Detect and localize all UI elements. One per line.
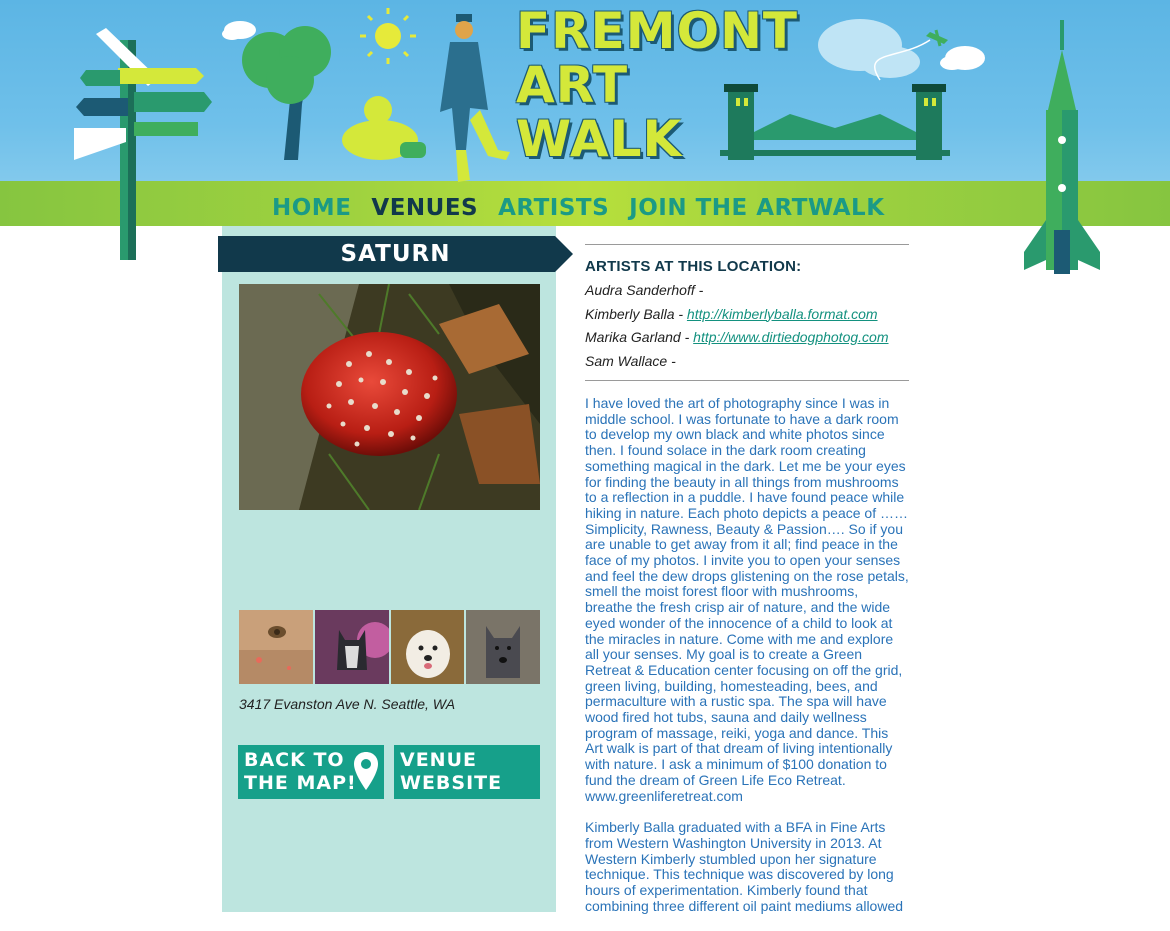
artist-item: Sam Wallace -: [585, 352, 909, 370]
walking-figure-icon: [440, 14, 510, 182]
artist-name: Kimberly Balla -: [585, 305, 684, 322]
divider: [585, 244, 909, 245]
artist-bio: I have loved the art of photography sinc…: [585, 395, 909, 915]
site-logo[interactable]: FREMONT ART WALK: [516, 4, 806, 174]
thumbnail-4[interactable]: [466, 610, 540, 684]
bio-paragraph-1: I have loved the art of photography sinc…: [585, 395, 909, 804]
troll-icon: [342, 96, 426, 160]
artists-heading: ARTISTS AT THIS LOCATION:: [585, 258, 802, 275]
venue-address: 3417 Evanston Ave N. Seattle, WA: [239, 696, 456, 712]
photo-thumbnails: [239, 610, 540, 684]
venue-main-photo[interactable]: [239, 284, 540, 510]
artist-item: Kimberly Balla - http://kimberlyballa.fo…: [585, 305, 909, 323]
back-to-map-button[interactable]: BACK TO THE MAP!: [238, 745, 384, 799]
venue-title: SATURN: [340, 241, 451, 267]
thumbnail-1[interactable]: [239, 610, 313, 684]
logo-line-2: ART: [516, 56, 629, 114]
nav-join-the-artwalk[interactable]: JOIN THE ARTWALK: [629, 195, 884, 221]
artist-name: Marika Garland -: [585, 329, 690, 345]
signpost-icon: [74, 28, 212, 260]
venue-website-button[interactable]: VENUE WEBSITE: [394, 745, 540, 799]
venue-website-label-2: WEBSITE: [400, 772, 503, 794]
map-pin-icon: [354, 752, 378, 790]
divider: [585, 380, 909, 381]
nav-artists[interactable]: ARTISTS: [498, 195, 609, 221]
artist-link[interactable]: http://www.dirtiedogphotog.com: [693, 329, 888, 345]
mushroom-photo: [239, 284, 540, 510]
artist-item: Marika Garland - http://www.dirtiedogpho…: [585, 329, 909, 346]
artist-item: Audra Sanderhoff -: [585, 282, 909, 299]
artist-link[interactable]: http://kimberlyballa.format.com: [687, 306, 878, 322]
nav-home[interactable]: HOME: [272, 195, 351, 221]
thumbnail-2[interactable]: [314, 610, 389, 684]
artist-name: Sam Wallace -: [585, 352, 676, 369]
venue-title-bar: SATURN: [218, 236, 573, 272]
main-nav: HOME VENUES ARTISTS JOIN THE ARTWALK: [272, 193, 885, 223]
logo-line-3: WALK: [516, 110, 683, 168]
venue-website-label-1: VENUE: [400, 749, 477, 771]
space-needle-tower-icon: [1024, 20, 1100, 274]
sun-icon: [360, 8, 416, 64]
tree-icon: [242, 26, 331, 160]
venue-content: ARTISTS AT THIS LOCATION: Audra Sanderho…: [585, 244, 909, 931]
logo-line-1: FREMONT: [516, 2, 799, 60]
nav-venues[interactable]: VENUES: [371, 195, 478, 221]
thumbnail-3[interactable]: [390, 610, 465, 684]
bio-paragraph-2: Kimberly Balla graduated with a BFA in F…: [585, 819, 904, 914]
artist-name: Audra Sanderhoff -: [585, 282, 704, 298]
